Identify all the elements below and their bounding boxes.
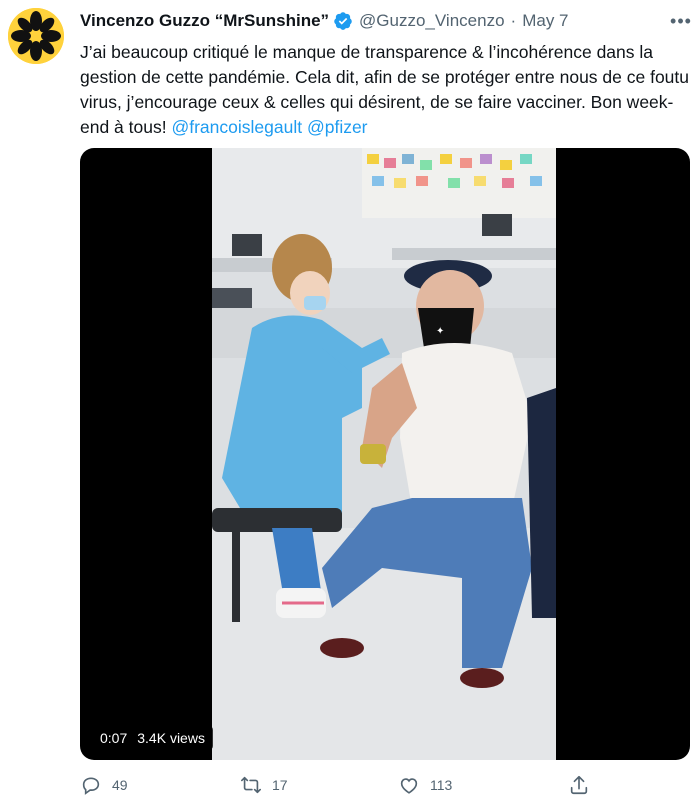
video-views: 3.4K views — [137, 730, 205, 746]
retweet-button[interactable]: 17 — [240, 774, 288, 796]
reply-button[interactable]: 49 — [80, 774, 128, 796]
verified-badge-icon — [333, 11, 353, 31]
retweet-count: 17 — [272, 777, 288, 793]
tweet[interactable]: Vincenzo Guzzo “MrSunshine” @Guzzo_Vince… — [0, 0, 698, 800]
retweet-icon — [241, 776, 261, 794]
author-handle[interactable]: @Guzzo_Vincenzo — [359, 11, 504, 31]
tweet-header: Vincenzo Guzzo “MrSunshine” @Guzzo_Vince… — [80, 10, 569, 32]
avatar[interactable] — [8, 8, 64, 64]
reply-icon — [82, 777, 100, 795]
mention-pfizer[interactable]: @pfizer — [307, 117, 368, 137]
tweet-text: J’ai beaucoup critiqué le manque de tran… — [80, 40, 690, 140]
separator-dot: · — [510, 11, 517, 30]
author-name[interactable]: Vincenzo Guzzo “MrSunshine” — [80, 11, 329, 31]
like-count: 113 — [430, 777, 453, 793]
video-info-badge: 0:07 3.4K views — [92, 726, 213, 750]
video-duration: 0:07 — [100, 730, 128, 746]
heart-icon — [400, 778, 418, 794]
more-options-icon[interactable]: ••• — [670, 10, 692, 32]
reply-count: 49 — [112, 777, 128, 793]
flower-logo-icon — [8, 8, 64, 64]
share-icon — [570, 775, 588, 795]
tweet-date[interactable]: May 7 — [522, 11, 568, 31]
video-player[interactable]: ✦ 0:07 3.4K views — [80, 148, 690, 760]
like-button[interactable]: 113 — [398, 774, 452, 796]
svg-text:✦: ✦ — [436, 326, 444, 337]
mention-francoislegault[interactable]: @francoislegault — [171, 117, 302, 137]
share-button[interactable] — [568, 774, 590, 796]
video-frame: ✦ — [212, 148, 556, 760]
vaccination-scene-illustration: ✦ — [212, 148, 556, 760]
tweet-actions: 49 17 113 — [80, 772, 680, 798]
